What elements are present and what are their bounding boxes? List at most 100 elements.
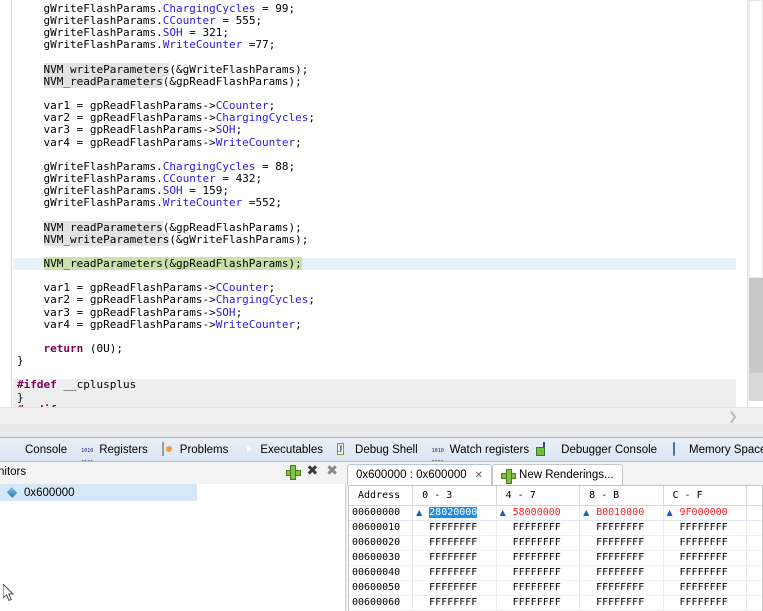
memory-table-row[interactable]: 00600040FFFFFFFFFFFFFFFFFFFFFFFFFFFFFFFF bbox=[349, 565, 762, 580]
code-line[interactable]: #ifdef __cplusplus bbox=[13, 379, 736, 391]
code-token: gWriteFlashParams. bbox=[44, 26, 163, 39]
memory-column-header[interactable]: C - F bbox=[663, 486, 746, 505]
memory-value-cell[interactable]: FFFFFFFF bbox=[413, 535, 496, 550]
memory-value-cell[interactable]: FFFFFFFF bbox=[663, 535, 746, 550]
code-line[interactable]: } bbox=[13, 392, 736, 404]
memory-address-cell: 00600040 bbox=[349, 565, 413, 580]
add-memory-monitor-icon[interactable] bbox=[286, 465, 299, 478]
memory-value-cell[interactable]: FFFFFFFF bbox=[663, 565, 746, 580]
memory-value-cell[interactable]: FFFFFFFF bbox=[413, 595, 496, 610]
editor-gutter[interactable] bbox=[0, 0, 12, 420]
code-line[interactable]: } bbox=[13, 355, 736, 367]
code-line[interactable]: NVM_writeParameters(&gWriteFlashParams); bbox=[13, 234, 736, 246]
memory-hex-table[interactable]: Address0 - 34 - 78 - BC - F 00600000▲280… bbox=[348, 485, 763, 611]
memory-value-cell[interactable]: FFFFFFFF bbox=[663, 550, 746, 565]
memory-table-row[interactable]: 00600010FFFFFFFFFFFFFFFFFFFFFFFFFFFFFFFF bbox=[349, 520, 762, 535]
memory-column-header[interactable]: 4 - 7 bbox=[496, 486, 579, 505]
editor-vertical-scrollbar[interactable]: ▼ bbox=[747, 0, 763, 420]
tab-memory-spaces[interactable]: Memory Spaces bbox=[664, 438, 763, 462]
memory-column-header[interactable]: 0 - 3 bbox=[413, 486, 496, 505]
memory-value-cell[interactable]: FFFFFFFF bbox=[580, 535, 663, 550]
code-token: WriteCounter bbox=[163, 196, 242, 209]
tab-problems[interactable]: Problems bbox=[155, 438, 236, 462]
memory-value-cell[interactable]: FFFFFFFF bbox=[413, 580, 496, 595]
memory-value-cell[interactable]: FFFFFFFF bbox=[496, 580, 579, 595]
code-token: NVM_readParameters bbox=[44, 221, 163, 234]
scrollbar-track-lower[interactable] bbox=[749, 278, 763, 373]
memory-column-header[interactable]: 8 - B bbox=[580, 486, 663, 505]
tab-registers[interactable]: 10100101Registers bbox=[74, 438, 155, 462]
scroll-right-arrow-icon[interactable]: ❯ bbox=[725, 408, 741, 425]
tab-watch-registers[interactable]: 10100101Watch registers bbox=[425, 438, 536, 462]
memory-value: FFFFFFFF bbox=[596, 567, 644, 578]
memory-value-cell[interactable]: FFFFFFFF bbox=[413, 520, 496, 535]
memory-value-cell[interactable]: FFFFFFFF bbox=[580, 520, 663, 535]
memory-value-cell[interactable]: ▲9F000000 bbox=[663, 505, 746, 520]
code-line[interactable]: gWriteFlashParams.WriteCounter =77; bbox=[13, 39, 736, 51]
memory-value-cell[interactable]: FFFFFFFF bbox=[413, 550, 496, 565]
source-editor[interactable]: gWriteFlashParams.ChargingCycles = 99; g… bbox=[0, 0, 763, 437]
remove-memory-monitor-icon[interactable]: ✖ bbox=[307, 465, 319, 478]
memory-value-cell[interactable]: FFFFFFFF bbox=[663, 520, 746, 535]
memory-value-cell[interactable]: FFFFFFFF bbox=[496, 535, 579, 550]
memory-value-cell[interactable]: FFFFFFFF bbox=[663, 595, 746, 610]
memory-value: FFFFFFFF bbox=[680, 567, 728, 578]
code-line[interactable]: var4 = gpReadFlashParams->WriteCounter; bbox=[13, 137, 736, 149]
memory-value-cell[interactable]: FFFFFFFF bbox=[496, 595, 579, 610]
memory-value-cell[interactable]: FFFFFFFF bbox=[413, 565, 496, 580]
code-line[interactable]: return (0U); bbox=[13, 343, 736, 355]
memory-value: FFFFFFFF bbox=[596, 522, 644, 533]
memory-table-row[interactable]: 00600020FFFFFFFFFFFFFFFFFFFFFFFFFFFFFFFF bbox=[349, 535, 762, 550]
rendering-tab-strip[interactable]: 0x600000 : 0x600000 ✕ New Renderings... bbox=[347, 463, 763, 485]
memory-value-cell[interactable]: ▲28020000 bbox=[413, 505, 496, 520]
memory-value-cell[interactable]: FFFFFFFF bbox=[496, 520, 579, 535]
code-line[interactable]: NVM_readParameters(&gpReadFlashParams); bbox=[13, 76, 736, 88]
registers-bits-icon: 10100101 bbox=[81, 443, 95, 456]
memory-value-cell[interactable]: FFFFFFFF bbox=[496, 550, 579, 565]
changed-marker-icon: ▲ bbox=[667, 509, 673, 517]
remove-all-memory-monitors-icon[interactable]: ✖ bbox=[326, 465, 338, 478]
memory-monitors-list[interactable]: 0x600000 bbox=[0, 484, 346, 611]
monitors-toolbar[interactable]: ✖ ✖ bbox=[286, 465, 338, 478]
memory-address-cell: 00600000 bbox=[349, 505, 413, 520]
view-tab-strip[interactable]: Console10100101RegistersProblemsExecutab… bbox=[0, 438, 763, 462]
rendering-tab-label: New Renderings... bbox=[519, 469, 614, 481]
code-line-text: NVM_readParameters(&gpReadFlashParams); bbox=[44, 221, 302, 234]
memory-table: Address0 - 34 - 78 - BC - F 00600000▲280… bbox=[349, 486, 762, 611]
rendering-tab-hex[interactable]: 0x600000 : 0x600000 ✕ bbox=[347, 464, 492, 485]
memory-address-cell: 00600020 bbox=[349, 535, 413, 550]
editor-horizontal-scrollbar[interactable]: ❯ bbox=[0, 407, 763, 424]
tab-executables[interactable]: Executables bbox=[235, 438, 330, 462]
code-line[interactable]: gWriteFlashParams.WriteCounter =552; bbox=[13, 197, 736, 209]
memory-value-cell[interactable]: FFFFFFFF bbox=[496, 565, 579, 580]
memory-table-body[interactable]: 00600000▲28020000▲58000000▲B0010000▲9F00… bbox=[349, 505, 762, 610]
memory-value-cell[interactable]: FFFFFFFF bbox=[580, 565, 663, 580]
memory-value: FFFFFFFF bbox=[429, 537, 477, 548]
memory-value-cell[interactable]: ▲58000000 bbox=[496, 505, 579, 520]
memory-column-header[interactable]: Address bbox=[349, 486, 413, 505]
tab-console[interactable]: Console bbox=[0, 438, 74, 462]
memory-table-row[interactable]: 00600060FFFFFFFFFFFFFFFFFFFFFFFFFFFFFFFF bbox=[349, 595, 762, 610]
console-icon bbox=[7, 443, 21, 456]
code-line[interactable]: var4 = gpReadFlashParams->WriteCounter; bbox=[13, 319, 736, 331]
new-renderings-tab[interactable]: New Renderings... bbox=[492, 464, 623, 485]
memory-value-cell[interactable]: ▲B0010000 bbox=[580, 505, 663, 520]
tab-debugger-console[interactable]: Debugger Console bbox=[536, 438, 664, 462]
memory-table-row[interactable]: 00600030FFFFFFFFFFFFFFFFFFFFFFFFFFFFFFFF bbox=[349, 550, 762, 565]
memory-value-cell[interactable]: FFFFFFFF bbox=[580, 550, 663, 565]
memory-monitor-item[interactable]: 0x600000 bbox=[0, 484, 197, 501]
scrollbar-track-lower2[interactable] bbox=[749, 373, 763, 401]
close-icon[interactable]: ✕ bbox=[475, 470, 483, 481]
memory-monitor-label: 0x600000 bbox=[24, 487, 75, 499]
code-line[interactable]: NVM_readParameters(&gpReadFlashParams); bbox=[13, 258, 736, 270]
memory-value-cell[interactable]: FFFFFFFF bbox=[663, 580, 746, 595]
memory-value: 28020000 bbox=[429, 507, 477, 518]
memory-table-row[interactable]: 00600000▲28020000▲58000000▲B0010000▲9F00… bbox=[349, 505, 762, 520]
memory-value-cell[interactable]: FFFFFFFF bbox=[580, 595, 663, 610]
editor-code-area[interactable]: gWriteFlashParams.ChargingCycles = 99; g… bbox=[13, 0, 736, 420]
scrollbar-thumb[interactable] bbox=[749, 0, 763, 278]
memory-table-row[interactable]: 00600050FFFFFFFFFFFFFFFFFFFFFFFFFFFFFFFF bbox=[349, 580, 762, 595]
tab-debug-shell[interactable]: JDebug Shell bbox=[330, 438, 425, 462]
tab-label: Watch registers bbox=[450, 444, 529, 456]
memory-value-cell[interactable]: FFFFFFFF bbox=[580, 580, 663, 595]
